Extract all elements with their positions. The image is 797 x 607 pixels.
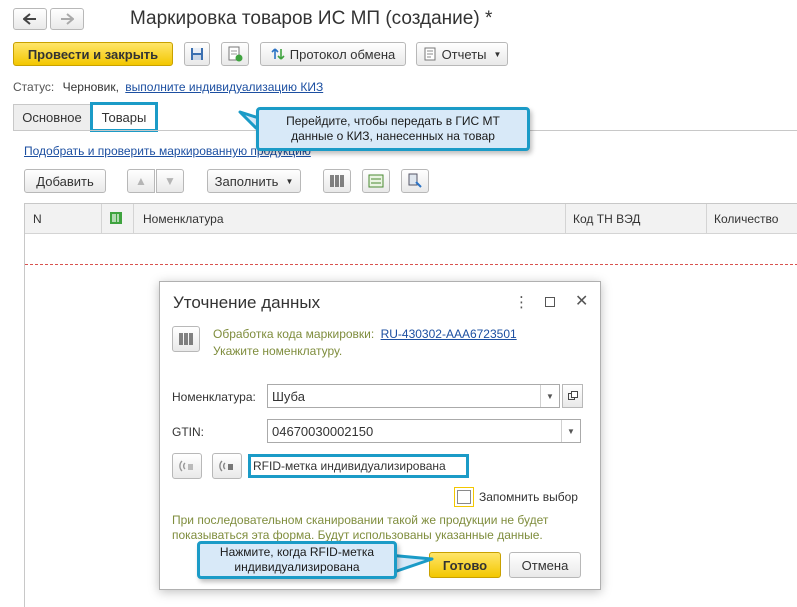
document-post-icon	[228, 46, 243, 62]
fill-button[interactable]: Заполнить ▼	[207, 169, 301, 193]
callout-top-line2: данные о КИЗ, нанесенных на товар	[291, 129, 495, 143]
status-label: Статус:	[13, 80, 55, 94]
exchange-log-button[interactable]: Протокол обмена	[260, 42, 406, 66]
add-button[interactable]: Добавить	[24, 169, 106, 193]
check-list-icon	[368, 174, 384, 188]
cancel-button[interactable]: Отмена	[509, 552, 581, 578]
processing-line: Обработка кода маркировки: RU-430302-AAA…	[213, 327, 517, 341]
rfid-status-highlight	[248, 454, 469, 478]
processing-hint: Укажите номенклатуру.	[213, 344, 343, 358]
move-down-button[interactable]: ▼	[156, 169, 184, 193]
col-divider	[706, 204, 707, 234]
remember-checkbox[interactable]	[457, 490, 471, 504]
col-divider	[565, 204, 566, 234]
drop-indicator	[25, 264, 797, 265]
post-and-close-button[interactable]: Провести и закрыть	[13, 42, 173, 66]
save-button[interactable]	[184, 42, 210, 66]
callout-top-line1: Перейдите, чтобы передать в ГИС МТ	[286, 114, 500, 128]
chevron-down-icon: ▼	[285, 176, 294, 186]
floppy-disk-icon	[191, 48, 203, 60]
callout-bottom-line2: индивидуализирована	[234, 560, 360, 574]
col-header-tnved[interactable]: Код ТН ВЭД	[573, 212, 640, 226]
callout-send-kiz: Перейдите, чтобы передать в ГИС МТ данны…	[256, 107, 530, 151]
chevron-down-icon[interactable]: ▼	[540, 385, 559, 407]
scan-barcode-button[interactable]	[323, 169, 351, 193]
reports-label: Отчеты	[441, 46, 487, 62]
tab-goods-highlight	[90, 102, 158, 132]
barcode-info-icon-box	[172, 326, 200, 352]
table-header	[25, 204, 797, 234]
open-window-icon	[567, 391, 578, 400]
exchange-arrows-icon	[271, 48, 285, 60]
arrow-left-icon	[23, 13, 36, 25]
rfid-read-button[interactable]	[172, 453, 202, 479]
close-icon[interactable]: ✕	[575, 291, 588, 311]
col-divider	[101, 204, 102, 234]
forward-button[interactable]	[50, 8, 84, 30]
marking-icon	[110, 212, 122, 224]
move-up-button[interactable]: ▲	[127, 169, 155, 193]
dialog-title: Уточнение данных	[173, 293, 321, 312]
rfid-tag-icon	[219, 460, 233, 472]
more-menu-icon[interactable]: ⋮	[514, 293, 529, 311]
exchange-log-label: Протокол обмена	[289, 46, 396, 62]
window-title: Маркировка товаров ИС МП (создание) *	[130, 8, 493, 29]
callout-rfid-done: Нажмите, когда RFID-метка индивидуализир…	[197, 541, 397, 579]
callout-bottom-line1: Нажмите, когда RFID-метка	[219, 545, 375, 559]
col-header-n[interactable]: N	[33, 212, 42, 226]
chevron-down-icon: ▼	[493, 49, 502, 59]
done-button[interactable]: Готово	[429, 552, 501, 578]
barcode-scan-icon	[179, 333, 193, 345]
gtin-label: GTIN:	[172, 425, 204, 439]
open-nomenclature-button[interactable]	[562, 384, 583, 408]
rfid-write-button[interactable]	[212, 453, 242, 479]
individualize-kiz-link[interactable]: выполните индивидуализацию КИЗ	[125, 80, 323, 94]
arrow-down-icon: ▼	[164, 174, 176, 188]
barcode-icon	[330, 175, 344, 187]
tab-main[interactable]: Основное	[13, 104, 91, 130]
col-header-quantity[interactable]: Количество	[714, 212, 778, 226]
col-header-nomenclature[interactable]: Номенклатура	[143, 212, 224, 226]
arrow-right-icon	[61, 13, 74, 25]
check-button[interactable]	[362, 169, 390, 193]
chevron-down-icon[interactable]: ▼	[561, 420, 580, 442]
device-button[interactable]	[401, 169, 429, 193]
info-line2: показываться эта форма. Будут использова…	[172, 528, 543, 542]
arrow-up-icon: ▲	[135, 174, 147, 188]
post-document-button[interactable]	[221, 42, 249, 66]
fill-label: Заполнить	[214, 173, 279, 189]
report-icon	[424, 47, 436, 61]
nomenclature-field[interactable]: Шуба ▼	[267, 384, 560, 408]
processing-label: Обработка кода маркировки:	[213, 327, 375, 341]
status-value: Черновик,	[62, 80, 119, 94]
col-divider	[133, 204, 134, 234]
rfid-icon	[179, 460, 193, 472]
status-line: Статус: Черновик, выполните индивидуализ…	[13, 80, 323, 94]
col-header-marking-icon[interactable]	[109, 211, 123, 228]
scanner-device-icon	[408, 173, 422, 188]
maximize-icon[interactable]	[545, 297, 555, 307]
nomenclature-value: Шуба	[272, 388, 305, 404]
back-button[interactable]	[13, 8, 47, 30]
gtin-field[interactable]: 04670030002150 ▼	[267, 419, 581, 443]
reports-button[interactable]: Отчеты ▼	[416, 42, 508, 66]
remember-label: Запомнить выбор	[479, 490, 578, 504]
nomenclature-label: Номенклатура:	[172, 390, 256, 404]
marking-code-link[interactable]: RU-430302-AAA6723501	[381, 327, 517, 341]
gtin-value: 04670030002150	[272, 423, 374, 439]
info-line1: При последовательном сканировании такой …	[172, 513, 549, 527]
